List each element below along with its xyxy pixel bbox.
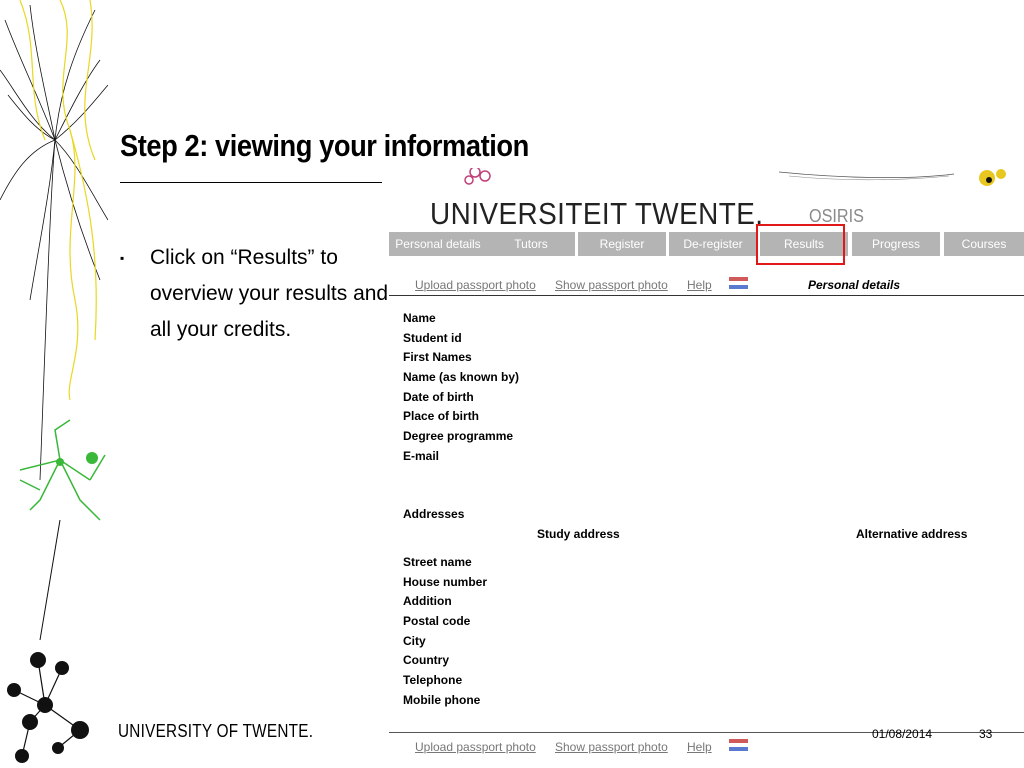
university-of-twente-logo: UNIVERSITY OF TWENTE.: [118, 721, 314, 741]
field-label: First Names: [403, 350, 472, 365]
slide-title: Step 2: viewing your information: [120, 128, 529, 163]
dutch-flag-icon[interactable]: [729, 277, 748, 291]
title-divider: [120, 182, 382, 183]
tab-register[interactable]: Register: [578, 232, 666, 256]
alternative-address-label: Alternative address: [856, 527, 968, 541]
tab-progress[interactable]: Progress: [852, 232, 940, 256]
upload-photo-link[interactable]: Upload passport photo: [415, 740, 536, 754]
universiteit-twente-logo: UNIVERSITEIT TWENTE.: [430, 196, 764, 231]
tab-courses[interactable]: Courses: [944, 232, 1024, 256]
slide-date: 01/08/2014: [872, 727, 933, 741]
field-label: Street name: [403, 555, 472, 569]
show-photo-link[interactable]: Show passport photo: [555, 278, 668, 292]
tab-de-register[interactable]: De-register: [669, 232, 757, 256]
help-link[interactable]: Help: [687, 740, 712, 754]
address-fields-list: Street name House number Addition Postal…: [403, 553, 487, 711]
field-label: City: [403, 633, 426, 648]
dutch-flag-icon[interactable]: [729, 739, 748, 753]
bullet-text: Click on “Results” to overview your resu…: [150, 246, 389, 341]
top-link-row: Upload passport photo Show passport phot…: [389, 275, 1024, 295]
tab-personal-details[interactable]: Personal details: [389, 232, 487, 256]
show-photo-link[interactable]: Show passport photo: [555, 740, 668, 754]
slide-page-number: 33: [979, 727, 993, 741]
osiris-screenshot: UNIVERSITEIT TWENTE. OSIRIS Personal det…: [389, 168, 1024, 768]
field-label: Place of birth: [403, 409, 480, 424]
results-highlight-box: [756, 224, 845, 265]
decorative-plant-illustration: [0, 0, 108, 763]
field-label: E-mail: [403, 448, 440, 463]
personal-fields-list: Name Student id First Names Name (as kno…: [403, 309, 519, 467]
field-label: Name: [403, 311, 436, 325]
tab-tutors[interactable]: Tutors: [487, 232, 575, 256]
bullet-marker: ▪: [120, 251, 125, 265]
field-label: House number: [403, 574, 488, 589]
field-label: Date of birth: [403, 389, 474, 404]
field-label: Student id: [403, 330, 462, 345]
header-decoration: [464, 168, 1006, 186]
field-label: Addition: [403, 594, 452, 609]
study-address-label: Study address: [537, 527, 620, 541]
section-title: Personal details: [808, 278, 901, 292]
help-link[interactable]: Help: [687, 278, 712, 292]
field-label: Mobile phone: [403, 692, 481, 707]
field-label: Name (as known by): [403, 370, 520, 385]
header-divider: [389, 295, 1024, 296]
field-label: Degree programme: [403, 429, 514, 444]
field-label: Telephone: [403, 673, 463, 688]
field-label: Country: [403, 653, 449, 668]
addresses-label: Addresses: [403, 507, 465, 521]
upload-photo-link[interactable]: Upload passport photo: [415, 278, 536, 292]
main-tab-bar: Personal details Tutors Register De-regi…: [389, 232, 1024, 256]
field-label: Postal code: [403, 614, 471, 629]
